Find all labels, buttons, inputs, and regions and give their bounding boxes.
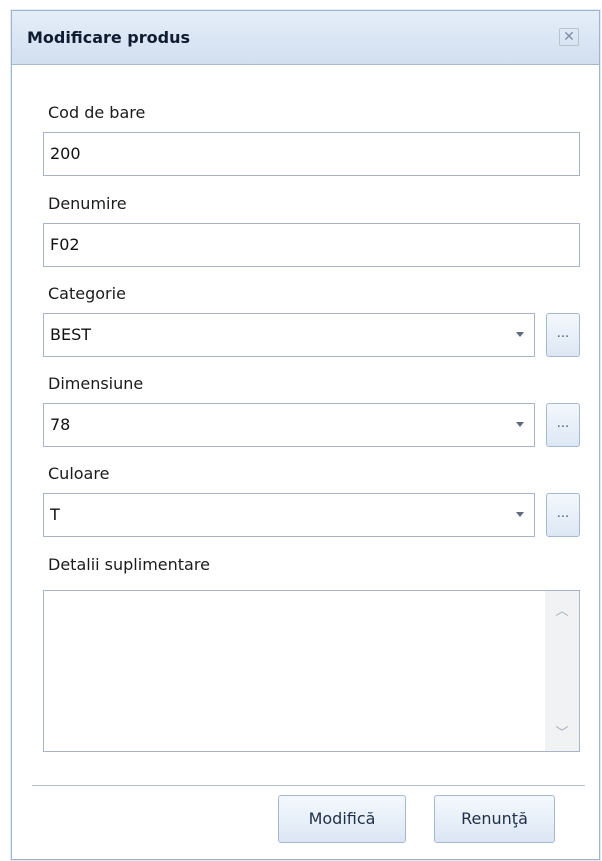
name-label: Denumire bbox=[48, 194, 127, 213]
category-browse-button[interactable]: ... bbox=[546, 313, 580, 357]
category-label: Categorie bbox=[48, 284, 126, 303]
size-browse-button[interactable]: ... bbox=[546, 403, 580, 447]
close-button[interactable]: ✕ bbox=[559, 28, 579, 46]
category-value: BEST bbox=[50, 325, 92, 344]
size-label: Dimensiune bbox=[48, 374, 144, 393]
dialog-titlebar: Modificare produs ✕ bbox=[12, 11, 599, 65]
barcode-input[interactable]: 200 bbox=[43, 132, 580, 176]
cancel-button[interactable]: Renunţă bbox=[434, 795, 555, 843]
details-scrollbar[interactable]: ︿ ﹀ bbox=[545, 591, 579, 751]
details-textarea[interactable]: ︿ ﹀ bbox=[43, 590, 580, 752]
chevron-up-icon[interactable]: ︿ bbox=[545, 597, 579, 627]
barcode-label: Cod de bare bbox=[48, 103, 146, 122]
category-select[interactable]: BEST bbox=[43, 313, 535, 357]
color-value: T bbox=[50, 505, 60, 524]
size-select[interactable]: 78 bbox=[43, 403, 535, 447]
close-icon: ✕ bbox=[563, 29, 575, 45]
chevron-down-icon bbox=[516, 422, 524, 427]
details-label: Detalii suplimentare bbox=[48, 555, 210, 574]
color-select[interactable]: T bbox=[43, 493, 535, 537]
chevron-down-icon bbox=[516, 332, 524, 337]
dialog-body: Cod de bare 200 Denumire F02 Categorie B… bbox=[12, 66, 599, 859]
chevron-down-icon bbox=[516, 512, 524, 517]
footer-separator bbox=[32, 785, 585, 787]
color-label: Culoare bbox=[48, 464, 110, 483]
modify-button[interactable]: Modifică bbox=[278, 795, 406, 843]
chevron-down-icon[interactable]: ﹀ bbox=[545, 719, 579, 749]
color-browse-button[interactable]: ... bbox=[546, 493, 580, 537]
name-input[interactable]: F02 bbox=[43, 223, 580, 267]
dialog-title: Modificare produs bbox=[27, 28, 191, 47]
size-value: 78 bbox=[50, 415, 71, 434]
edit-product-dialog: Modificare produs ✕ Cod de bare 200 Denu… bbox=[11, 10, 600, 860]
